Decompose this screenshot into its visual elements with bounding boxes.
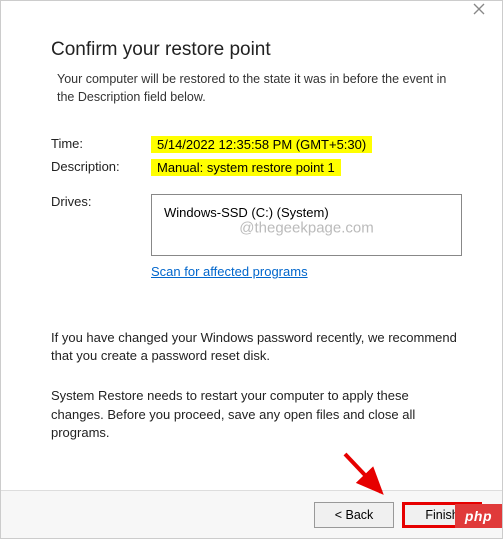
description-label: Description:: [51, 159, 151, 176]
php-badge: php: [455, 504, 502, 528]
drives-label: Drives:: [51, 194, 151, 209]
scan-affected-link[interactable]: Scan for affected programs: [151, 264, 462, 279]
restart-info: System Restore needs to restart your com…: [51, 387, 462, 442]
titlebar: [1, 1, 502, 19]
time-label: Time:: [51, 136, 151, 153]
time-value-wrap: 5/14/2022 12:35:58 PM (GMT+5:30): [151, 136, 462, 153]
drive-item: Windows-SSD (C:) (System): [164, 205, 329, 220]
restore-point-dialog: Confirm your restore point Your computer…: [0, 0, 503, 539]
drives-list: Windows-SSD (C:) (System) @thegeekpage.c…: [151, 194, 462, 256]
description-value: Manual: system restore point 1: [151, 159, 341, 176]
fields-grid: Time: 5/14/2022 12:35:58 PM (GMT+5:30) D…: [51, 136, 462, 176]
button-bar: < Back Finish: [1, 490, 502, 538]
time-value: 5/14/2022 12:35:58 PM (GMT+5:30): [151, 136, 372, 153]
page-subtext: Your computer will be restored to the st…: [51, 71, 462, 106]
watermark: @thegeekpage.com: [239, 220, 373, 237]
back-button[interactable]: < Back: [314, 502, 394, 528]
description-value-wrap: Manual: system restore point 1: [151, 159, 462, 176]
close-icon[interactable]: [464, 1, 494, 16]
dialog-content: Confirm your restore point Your computer…: [1, 19, 502, 442]
password-info: If you have changed your Windows passwor…: [51, 329, 462, 365]
scan-link-row: Scan for affected programs: [51, 264, 462, 279]
drives-row: Drives: Windows-SSD (C:) (System) @thege…: [51, 194, 462, 256]
page-title: Confirm your restore point: [51, 39, 462, 61]
